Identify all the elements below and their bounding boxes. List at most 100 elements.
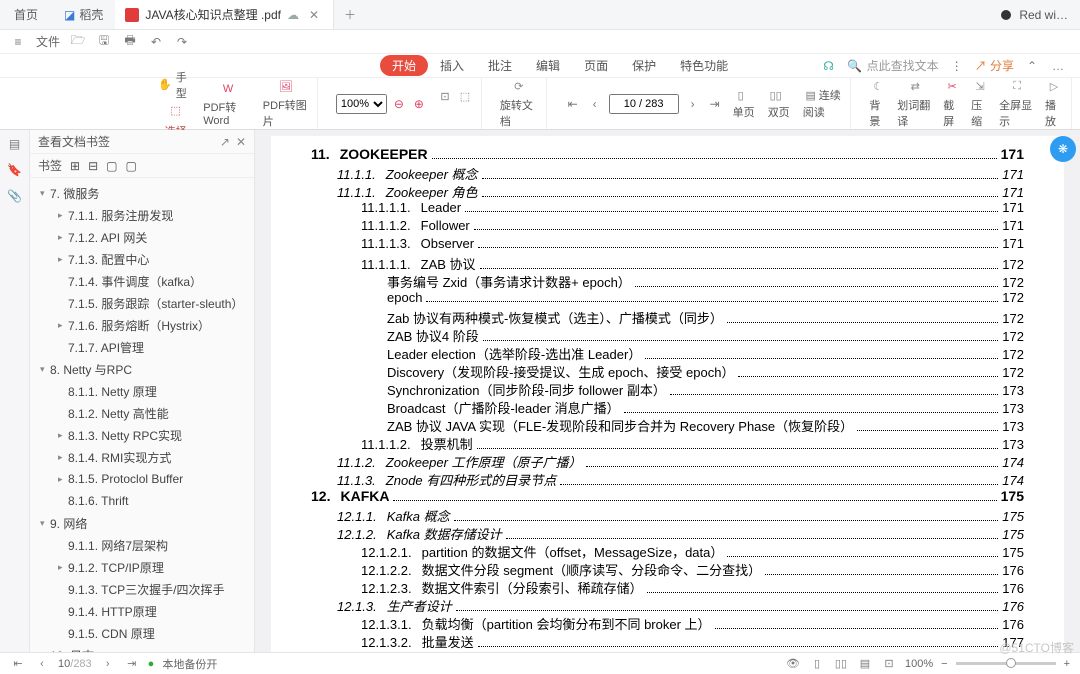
page-input[interactable] <box>609 94 679 114</box>
play-button[interactable]: ▷播放 <box>1045 79 1063 129</box>
fit-width-icon[interactable]: ⊡ <box>437 89 453 105</box>
tree-node[interactable]: ▾9. 网络 <box>30 512 254 534</box>
collapse-ribbon-icon[interactable]: ⌃ <box>1024 58 1040 74</box>
ribbon-tab-protect[interactable]: 保护 <box>620 57 668 74</box>
undo-icon[interactable]: ↶ <box>148 34 164 50</box>
tree-node[interactable]: ▸7.1.2. API 网关 <box>30 226 254 248</box>
layout3-icon[interactable]: ▤ <box>857 656 873 672</box>
tree-node[interactable]: 8.1.6. Thrift <box>30 490 254 512</box>
open-icon[interactable]: 🗁 <box>70 34 86 50</box>
assistant-fab[interactable]: ❋ <box>1050 136 1076 162</box>
bookmark-tree[interactable]: ▾7. 微服务▸7.1.1. 服务注册发现▸7.1.2. API 网关▸7.1.… <box>30 178 254 652</box>
fullscreen-button[interactable]: ⛶全屏显示 <box>999 79 1035 129</box>
tree-node[interactable]: 7.1.5. 服务跟踪（starter-sleuth） <box>30 292 254 314</box>
screenshot-button[interactable]: ✂截屏 <box>943 79 961 129</box>
prev-page-icon[interactable]: ‹ <box>587 96 603 112</box>
ribbon-tab-page[interactable]: 页面 <box>572 57 620 74</box>
add-bookmark-icon[interactable]: ⊞ <box>70 159 80 173</box>
double-page-icon: ▯▯ <box>768 88 784 104</box>
tree-node[interactable]: ▾8. Netty 与RPC <box>30 358 254 380</box>
save-icon[interactable]: 🖫 <box>96 34 112 50</box>
tree-node[interactable]: 8.1.1. Netty 原理 <box>30 380 254 402</box>
zoom-plus[interactable]: + <box>1064 658 1070 670</box>
zoom-select[interactable]: 100% <box>336 94 387 114</box>
tree-node[interactable]: 9.1.3. TCP三次握手/四次挥手 <box>30 578 254 600</box>
tree-node[interactable]: ▾7. 微服务 <box>30 182 254 204</box>
file-menu[interactable]: 文件 <box>36 33 60 50</box>
zoom-minus[interactable]: − <box>941 658 947 670</box>
pdf-to-word-button[interactable]: WPDF转Word <box>203 81 253 127</box>
tree-node[interactable]: 9.1.1. 网络7层架构 <box>30 534 254 556</box>
fit-page-icon[interactable]: ⬚ <box>457 89 473 105</box>
new-tab-button[interactable]: ＋ <box>334 6 366 23</box>
first-page-icon[interactable]: ⇤ <box>565 96 581 112</box>
status-first-icon[interactable]: ⇤ <box>10 656 26 672</box>
view-mode-icon[interactable]: 👁 <box>785 656 801 672</box>
close-tab-button[interactable]: ✕ <box>305 8 323 22</box>
tree-node[interactable]: 9.1.4. HTTP原理 <box>30 600 254 622</box>
ribbon-tab-start[interactable]: 开始 <box>380 55 428 76</box>
tree-node[interactable]: 7.1.4. 事件调度（kafka） <box>30 270 254 292</box>
continuous-mode[interactable]: ▤连续阅读 <box>803 87 843 120</box>
translate-button[interactable]: ⇄划词翻译 <box>897 79 933 129</box>
ribbon-tab-special[interactable]: 特色功能 <box>668 57 740 74</box>
next-page-icon[interactable]: › <box>685 96 701 112</box>
layout2-icon[interactable]: ▯▯ <box>833 656 849 672</box>
overflow-icon[interactable]: … <box>1050 58 1066 74</box>
user-avatar-icon[interactable] <box>1001 10 1011 20</box>
layout1-icon[interactable]: ▯ <box>809 656 825 672</box>
headset-icon[interactable]: ☊ <box>821 58 837 74</box>
tree-node[interactable]: ▸8.1.4. RMI实现方式 <box>30 446 254 468</box>
more-icon[interactable]: ⋮ <box>949 58 965 74</box>
last-page-icon[interactable]: ⇥ <box>707 96 723 112</box>
zoom-out-icon[interactable]: ⊖ <box>391 96 407 112</box>
print-icon[interactable]: 🖶 <box>122 34 138 50</box>
redo-icon[interactable]: ↷ <box>174 34 190 50</box>
bookmark-flag2-icon[interactable]: ▢ <box>125 159 136 173</box>
share-button[interactable]: ↗ 分享 <box>975 57 1014 74</box>
status-last-icon[interactable]: ⇥ <box>124 656 140 672</box>
thumbnails-icon[interactable]: ▤ <box>7 136 23 152</box>
bookmark-tab[interactable]: 书签 <box>38 157 62 174</box>
compress-button[interactable]: ⇲压缩 <box>971 79 989 129</box>
pdf-to-image-button[interactable]: 🖼PDF转图片 <box>263 79 309 129</box>
tree-node[interactable]: ▸7.1.1. 服务注册发现 <box>30 204 254 226</box>
status-next-icon[interactable]: › <box>100 656 116 672</box>
tree-node[interactable]: ▸7.1.3. 配置中心 <box>30 248 254 270</box>
tree-node[interactable]: ▾10. 日志 <box>30 644 254 652</box>
attachments-icon[interactable]: 📎 <box>7 188 23 204</box>
close-sidebar-icon[interactable]: ✕ <box>236 135 246 149</box>
fit-icon[interactable]: ⊡ <box>881 656 897 672</box>
bookmarks-icon[interactable]: 🔖 <box>7 162 23 178</box>
ribbon-tab-comment[interactable]: 批注 <box>476 57 524 74</box>
double-page-mode[interactable]: ▯▯双页 <box>768 88 793 120</box>
tab-current-file[interactable]: JAVA核心知识点整理 .pdf ☁ ✕ <box>115 0 334 29</box>
tree-node[interactable]: 9.1.5. CDN 原理 <box>30 622 254 644</box>
hamburger-icon[interactable]: ≡ <box>10 34 26 50</box>
background-button[interactable]: ☾背景 <box>869 79 887 129</box>
tree-node[interactable]: 7.1.7. API管理 <box>30 336 254 358</box>
user-name[interactable]: Red wi… <box>1019 8 1068 22</box>
popout-icon[interactable]: ↗ <box>220 135 230 149</box>
hand-tool[interactable]: ✋手型 <box>158 69 193 101</box>
tree-node[interactable]: ▸8.1.5. Protoclol Buffer <box>30 468 254 490</box>
tab-home[interactable]: 首页 <box>0 0 52 29</box>
bookmark-flag-icon[interactable]: ▢ <box>106 159 117 173</box>
remove-bookmark-icon[interactable]: ⊟ <box>88 159 98 173</box>
tree-node[interactable]: 8.1.2. Netty 高性能 <box>30 402 254 424</box>
zoom-in-icon[interactable]: ⊕ <box>411 96 427 112</box>
zoom-slider[interactable] <box>956 662 1056 665</box>
rotate-button[interactable]: ⟳旋转文档 <box>500 79 538 129</box>
ribbon-tab-insert[interactable]: 插入 <box>428 57 476 74</box>
backup-status[interactable]: 本地备份开 <box>162 656 217 672</box>
status-prev-icon[interactable]: ‹ <box>34 656 50 672</box>
ribbon-tab-edit[interactable]: 编辑 <box>524 57 572 74</box>
tree-node[interactable]: ▸8.1.3. Netty RPC实现 <box>30 424 254 446</box>
search-box[interactable]: 🔍 点此查找文本 <box>847 57 939 74</box>
tab-daoqiao[interactable]: ◪ 稻壳 <box>52 0 115 29</box>
toc-line: 11.1.1.Zookeeper 角色171 <box>311 182 1024 200</box>
single-page-mode[interactable]: ▯单页 <box>733 88 758 120</box>
document-viewport[interactable]: ❋ 11.ZOOKEEPER17111.1.1.Zookeeper 概念1711… <box>255 130 1080 652</box>
tree-node[interactable]: ▸7.1.6. 服务熔断（Hystrix） <box>30 314 254 336</box>
tree-node[interactable]: ▸9.1.2. TCP/IP原理 <box>30 556 254 578</box>
